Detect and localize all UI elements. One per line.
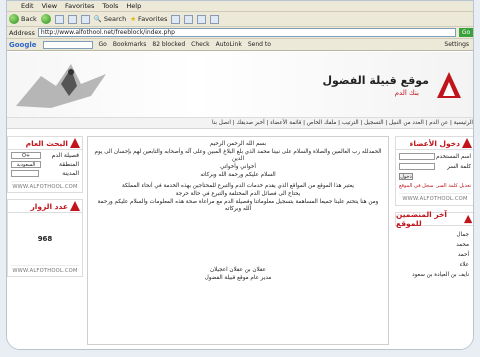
blood-drop-icon bbox=[70, 138, 80, 148]
eagle-logo-image bbox=[16, 64, 106, 108]
edit-icon[interactable] bbox=[210, 14, 220, 24]
nav-members[interactable]: قائمة الأعضاء bbox=[270, 120, 301, 126]
menu-help[interactable]: Help bbox=[126, 2, 141, 10]
visitor-count: 968 bbox=[37, 235, 53, 243]
mail-icon[interactable] bbox=[184, 14, 194, 24]
site-banner: موقع قبيلة الفضول بنك الدم bbox=[7, 52, 473, 118]
welcome-message: بسم الله الرحمن الرحيم الحمدلله رب العال… bbox=[87, 136, 389, 345]
region-select[interactable]: السعودية bbox=[11, 161, 41, 168]
text-line: بسم الله الرحمن الرحيم bbox=[209, 141, 267, 147]
forward-icon[interactable] bbox=[40, 14, 51, 24]
password-label: كلمة السر bbox=[447, 163, 471, 170]
google-toolbar: Google Go Bookmarks 82 blocked Check Aut… bbox=[7, 39, 473, 51]
menu-view[interactable]: View bbox=[42, 2, 57, 10]
members-list: جمال محمد أحمد علاء نايف بن العيادة بن س… bbox=[395, 226, 473, 284]
menu-edit[interactable]: Edit bbox=[21, 2, 34, 10]
blood-drop-icon bbox=[70, 201, 80, 211]
text-line: أخواني وأخواتي bbox=[220, 164, 256, 170]
member-item[interactable]: محمد bbox=[401, 240, 469, 250]
left-column: البحث العام O+ فصيلة الدم السعودية المنطقة… bbox=[7, 136, 83, 277]
login-button[interactable]: دخول bbox=[399, 173, 413, 180]
nav-register[interactable]: التسجيل bbox=[364, 120, 383, 126]
search-form: O+ فصيلة الدم السعودية المنطقة المدينة WWW… bbox=[7, 150, 83, 193]
login-form: اسم المستخدم كلمة السر دخول تعديل كلمة ا… bbox=[395, 150, 473, 206]
nav-count[interactable]: العدد من النبيل bbox=[389, 120, 424, 126]
region-label: المنطقة bbox=[59, 161, 79, 168]
members-box-header: آخر المنضمين للموقع bbox=[395, 210, 473, 228]
member-item[interactable]: نايف بن العيادة بن سعود bbox=[401, 270, 469, 280]
member-item[interactable]: أحمد bbox=[401, 250, 469, 260]
username-label: اسم المستخدم bbox=[436, 153, 471, 160]
google-go-button[interactable]: Go bbox=[99, 41, 107, 48]
nav-tell-friend[interactable]: أخبر صديقك bbox=[236, 120, 264, 126]
address-input[interactable]: http://www.alfothool.net/freeblock/index… bbox=[37, 28, 456, 37]
sendto-button[interactable]: Send to bbox=[248, 41, 271, 48]
menu-tools[interactable]: Tools bbox=[102, 2, 118, 10]
address-bar: Address http://www.alfothool.net/freeblo… bbox=[7, 27, 473, 39]
site-footer-link[interactable]: WWW.ALFOTHOOL.COM bbox=[399, 193, 471, 202]
blood-drop-logo bbox=[437, 72, 461, 98]
nav-home[interactable]: الرئيسية bbox=[454, 120, 473, 126]
bookmarks-button[interactable]: Bookmarks bbox=[113, 41, 147, 48]
site-title: موقع قبيلة الفضول bbox=[322, 74, 429, 87]
text-line: السلام عليكم ورحمة الله وبركاته bbox=[200, 172, 276, 178]
back-button[interactable]: Back bbox=[9, 14, 37, 24]
forgot-password-link[interactable]: تعديل كلمة السر bbox=[436, 183, 471, 189]
check-button[interactable]: Check bbox=[191, 41, 209, 48]
visitors-box: 968 WWW.ALFOTHOOL.COM bbox=[7, 213, 83, 277]
nav-bar: الرئيسية | عن الدم | العدد من النبيل | ا… bbox=[7, 118, 473, 129]
search-box-header: البحث العام bbox=[7, 136, 83, 150]
refresh-icon[interactable] bbox=[67, 14, 77, 24]
home-icon[interactable] bbox=[80, 14, 90, 24]
stop-icon[interactable] bbox=[54, 14, 64, 24]
google-search-input[interactable] bbox=[42, 40, 93, 49]
right-column: دخول الأعضاء اسم المستخدم كلمة السر دخول… bbox=[395, 136, 473, 284]
nav-ranking[interactable]: الترتيب bbox=[342, 120, 359, 126]
menu-favorites[interactable]: Favorites bbox=[65, 2, 94, 10]
password-input[interactable] bbox=[399, 163, 435, 170]
site-footer-link[interactable]: WWW.ALFOTHOOL.COM bbox=[11, 181, 79, 190]
menu-bar: Edit View Favorites Tools Help bbox=[7, 1, 473, 12]
back-icon bbox=[9, 14, 19, 24]
blood-drop-icon bbox=[463, 214, 472, 224]
text-line: الحمدلله رب العالمين والصلاة والسلام على… bbox=[94, 149, 382, 162]
member-item[interactable]: جمال bbox=[401, 230, 469, 240]
member-item[interactable]: علاء bbox=[401, 260, 469, 270]
toolbar: Back 🔍 Search ★ Favorites bbox=[7, 12, 473, 27]
star-icon: ★ bbox=[130, 15, 137, 23]
search-icon: 🔍 bbox=[93, 15, 102, 23]
blood-type-select[interactable]: O+ bbox=[11, 152, 41, 159]
search-button[interactable]: 🔍 Search bbox=[94, 15, 126, 23]
site-subtitle: بنك الدم bbox=[394, 89, 419, 97]
go-button[interactable]: Go bbox=[459, 28, 473, 37]
text-line: ومن هنا يتحتم علينا جميعا المساهمة بتسجي… bbox=[97, 199, 379, 212]
text-line: يحتاج الى فصائل الدم المختلفة والتبرع في… bbox=[175, 191, 301, 197]
browser-window: Edit View Favorites Tools Help Back 🔍 Sea… bbox=[6, 0, 474, 350]
city-label: المدينة bbox=[62, 170, 79, 177]
blood-drop-icon bbox=[462, 138, 472, 148]
signature: عقلان بن عقلان اعجيلان مدير عام موقع قبي… bbox=[204, 267, 272, 281]
autolink-button[interactable]: AutoLink bbox=[216, 41, 242, 48]
nav-about[interactable]: عن الدم bbox=[429, 120, 448, 126]
visitors-box-header: عدد الزوار bbox=[7, 199, 83, 213]
print-icon[interactable] bbox=[197, 14, 207, 24]
google-logo: Google bbox=[9, 40, 37, 49]
address-label: Address bbox=[9, 28, 35, 37]
blood-type-label: فصيلة الدم bbox=[51, 152, 79, 159]
register-link[interactable]: سجل في الموقع bbox=[399, 183, 433, 189]
nav-profile[interactable]: ملفك الخاص bbox=[307, 120, 337, 126]
login-box-header: دخول الأعضاء bbox=[395, 136, 473, 150]
city-input[interactable] bbox=[11, 170, 39, 177]
popup-blocked[interactable]: 82 blocked bbox=[152, 41, 185, 48]
favorites-button[interactable]: ★ Favorites bbox=[130, 15, 167, 23]
site-footer-link[interactable]: WWW.ALFOTHOOL.COM bbox=[11, 265, 79, 274]
username-input[interactable] bbox=[399, 153, 435, 160]
web-page: موقع قبيلة الفضول بنك الدم الرئيسية | عن… bbox=[7, 52, 473, 349]
history-icon[interactable] bbox=[171, 14, 181, 24]
nav-contact[interactable]: اتصل بنا bbox=[212, 120, 231, 126]
text-line: يعتبر هذا الموقع من المواقع الذي يقدم خد… bbox=[122, 183, 354, 189]
settings-button[interactable]: Settings bbox=[444, 41, 469, 48]
